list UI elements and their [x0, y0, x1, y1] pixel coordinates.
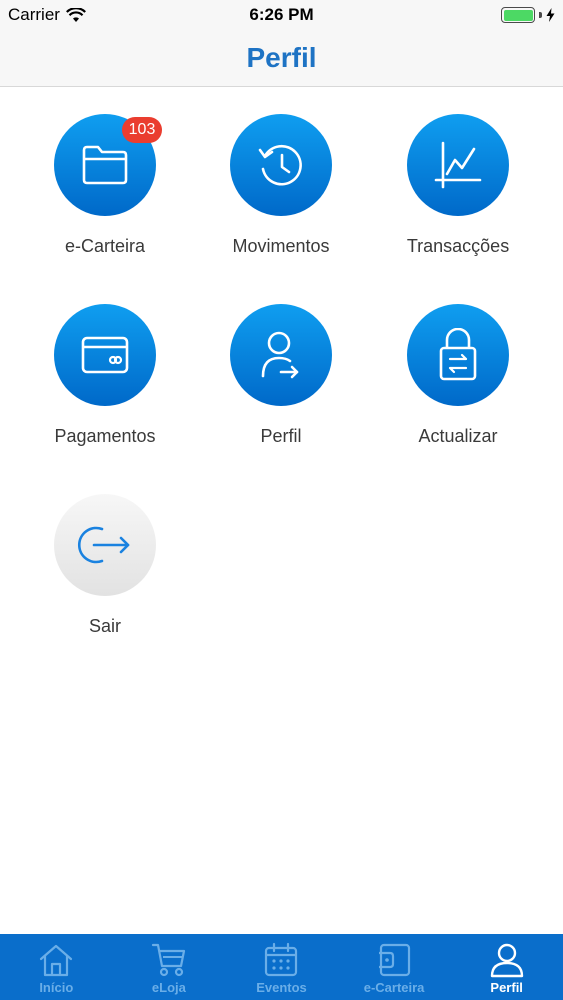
tile-movimentos[interactable]: Movimentos	[193, 114, 369, 257]
tile-transaccoes[interactable]: Transacções	[370, 114, 546, 257]
battery-icon	[501, 7, 535, 23]
tile-perfil[interactable]: Perfil	[193, 304, 369, 447]
tab-label: e-Carteira	[363, 980, 425, 995]
tab-eventos[interactable]: Eventos	[225, 934, 338, 1000]
tile-actualizar[interactable]: Actualizar	[370, 304, 546, 447]
tile-label: e-Carteira	[64, 236, 146, 256]
tile-circle[interactable]	[230, 304, 332, 406]
calendar-icon	[265, 942, 298, 977]
tab-eloja[interactable]: eLoja	[113, 934, 226, 1000]
lock-swap-icon	[439, 328, 477, 381]
tile-circle[interactable]	[230, 114, 332, 216]
charging-icon	[546, 8, 555, 22]
page-title: Perfil	[246, 42, 317, 73]
status-time: 6:26 PM	[249, 5, 314, 24]
chart-line-icon	[434, 141, 482, 189]
tab-label: Eventos	[256, 980, 307, 995]
tile-label: Perfil	[260, 426, 302, 446]
tab-e-carteira[interactable]: e-Carteira	[338, 934, 451, 1000]
tab-inicio[interactable]: Início	[0, 934, 113, 1000]
tab-label: eLoja	[151, 980, 186, 995]
tile-label: Transacções	[406, 236, 510, 256]
folder-icon	[82, 145, 128, 185]
logout-icon	[78, 526, 130, 564]
user-icon	[261, 331, 299, 379]
tile-pagamentos[interactable]: Pagamentos	[17, 304, 193, 447]
tab-bar: Início eLoja Eventos e-Carteira Perfil	[0, 934, 563, 1000]
notification-badge: 103	[122, 117, 162, 143]
history-icon	[258, 144, 302, 186]
cart-icon	[151, 943, 185, 977]
user-icon	[490, 943, 523, 978]
tile-label: Movimentos	[232, 236, 330, 256]
tab-label: Início	[39, 980, 74, 995]
tile-circle[interactable]	[407, 114, 509, 216]
card-icon	[81, 336, 129, 374]
tile-circle[interactable]	[54, 494, 156, 596]
home-icon	[40, 944, 73, 977]
wallet-icon	[379, 943, 411, 977]
tile-label: Sair	[88, 616, 121, 636]
tile-label: Actualizar	[418, 426, 498, 446]
tile-circle[interactable]	[54, 304, 156, 406]
tile-sair[interactable]: Sair	[17, 494, 193, 637]
tile-e-carteira[interactable]: 103 e-Carteira	[17, 114, 193, 257]
status-right	[501, 7, 555, 23]
tab-label: Perfil	[490, 980, 523, 995]
nav-bar: Perfil	[0, 30, 563, 87]
tile-circle[interactable]: 103	[54, 114, 162, 216]
tab-perfil[interactable]: Perfil	[450, 934, 563, 1000]
tile-circle[interactable]	[407, 304, 509, 406]
tile-label: Pagamentos	[54, 426, 156, 446]
status-bar: Carrier 6:26 PM	[0, 0, 563, 30]
